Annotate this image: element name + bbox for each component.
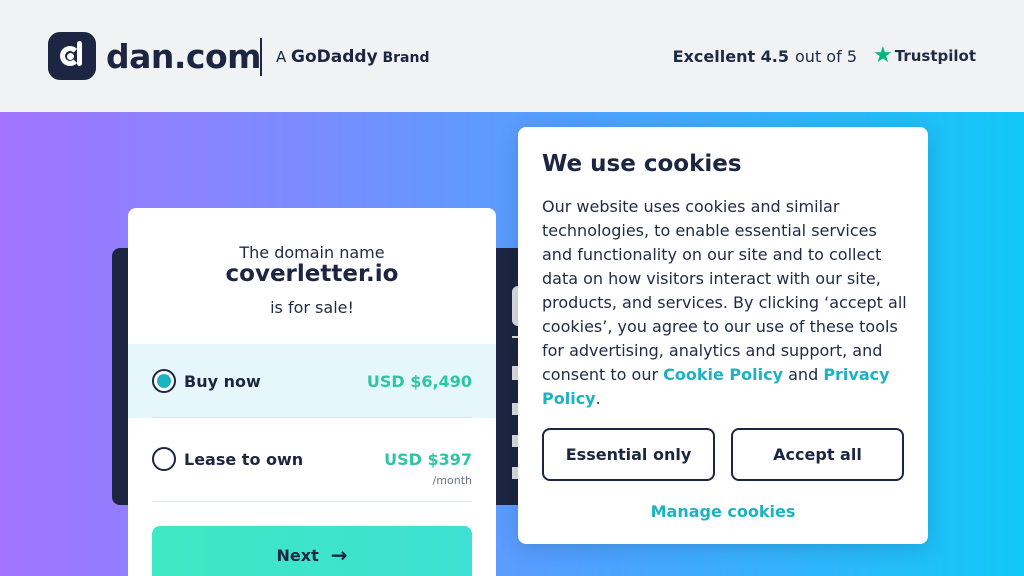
buy-now-label: Buy now bbox=[184, 372, 261, 391]
manage-cookies-link[interactable]: Manage cookies bbox=[518, 502, 928, 521]
trustpilot-star-icon: ★ bbox=[873, 43, 893, 68]
trustpilot-label: Trustpilot bbox=[894, 47, 976, 65]
domain-sale-card: The domain name coverletter.io is for sa… bbox=[128, 208, 496, 576]
cookie-body: Our website uses cookies and similar tec… bbox=[542, 195, 910, 411]
godaddy-name: GoDaddy bbox=[291, 47, 378, 67]
cookie-policy-link[interactable]: Cookie Policy bbox=[663, 365, 783, 384]
cookie-title: We use cookies bbox=[542, 151, 742, 177]
next-label: Next bbox=[276, 545, 319, 565]
dan-logo[interactable]: dan.com bbox=[48, 32, 262, 80]
godaddy-brand-word: Brand bbox=[382, 50, 430, 66]
option-buy-now[interactable]: Buy now USD $6,490 bbox=[128, 344, 496, 418]
lease-price: USD $397 bbox=[384, 450, 472, 469]
dan-logo-icon bbox=[48, 32, 96, 80]
lease-label: Lease to own bbox=[184, 450, 304, 469]
site-header: dan.com A GoDaddy Brand Excellent 4.5 ou… bbox=[0, 0, 1024, 112]
lease-radio[interactable] bbox=[152, 447, 176, 471]
option-lease-to-own[interactable]: Lease to own USD $397 /month bbox=[128, 422, 496, 496]
essential-only-button[interactable]: Essential only bbox=[542, 428, 715, 481]
trustpilot-rating[interactable]: Excellent 4.5 out of 5 ★ Trustpilot bbox=[673, 45, 976, 67]
buy-now-radio[interactable] bbox=[152, 369, 176, 393]
logo-divider bbox=[260, 38, 262, 76]
rating-outof: out of 5 bbox=[795, 46, 857, 66]
domain-label: The domain name bbox=[239, 243, 385, 262]
cookie-and-text: and bbox=[783, 365, 824, 384]
for-sale-text: is for sale! bbox=[270, 298, 354, 317]
trustpilot-logo: ★ Trustpilot bbox=[873, 45, 976, 67]
divider bbox=[152, 417, 472, 418]
godaddy-a: A bbox=[276, 48, 287, 66]
rating-label: Excellent 4.5 bbox=[672, 46, 790, 66]
arrow-right-icon: → bbox=[330, 543, 348, 567]
next-button[interactable]: Next → bbox=[152, 526, 472, 576]
cookie-end-text: . bbox=[595, 389, 601, 408]
accept-all-button[interactable]: Accept all bbox=[731, 428, 904, 481]
cookie-body-text: Our website uses cookies and similar tec… bbox=[542, 197, 907, 384]
domain-name: coverletter.io bbox=[225, 261, 399, 287]
lease-period: /month bbox=[432, 474, 472, 487]
godaddy-brand: A GoDaddy Brand bbox=[276, 47, 429, 67]
buy-now-price: USD $6,490 bbox=[366, 372, 472, 391]
cookie-consent-dialog: We use cookies Our website uses cookies … bbox=[518, 127, 928, 544]
logo-text: dan.com bbox=[106, 36, 262, 76]
divider bbox=[152, 501, 472, 502]
